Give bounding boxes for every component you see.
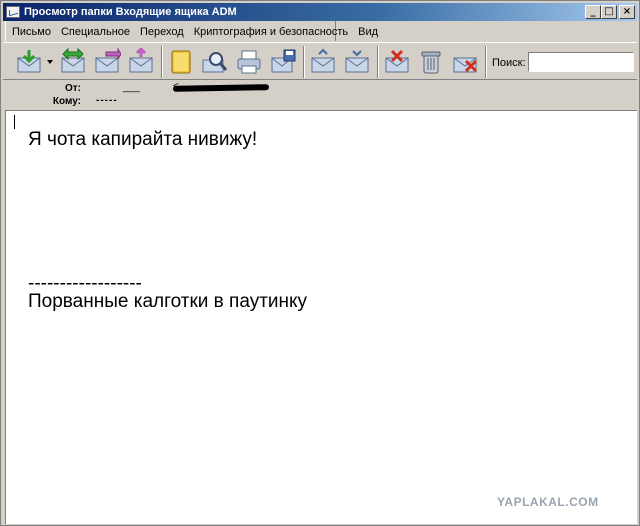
print-icon[interactable] (235, 48, 263, 76)
save-mail-icon[interactable] (269, 48, 297, 76)
minimize-button[interactable]: _ (585, 5, 601, 19)
address-book-icon[interactable] (167, 48, 195, 76)
maximize-button[interactable]: □ (601, 5, 617, 19)
forward-icon[interactable] (127, 48, 155, 76)
menu-bar: Письмо Специальное Переход Криптография … (3, 22, 637, 41)
window-controls: _ □ × (585, 5, 635, 19)
previous-message-icon[interactable] (309, 48, 337, 76)
download-mail-icon[interactable] (15, 48, 43, 76)
chevron-down-icon[interactable] (47, 60, 53, 64)
search-mail-icon[interactable] (201, 48, 229, 76)
toolbar-separator (377, 46, 379, 78)
reply-icon[interactable] (93, 48, 121, 76)
message-header: От: ___ < Кому: ----- (3, 81, 637, 109)
menu-special[interactable]: Специальное (56, 26, 135, 38)
close-button[interactable]: × (619, 5, 635, 19)
search-input[interactable] (528, 52, 634, 72)
toolbar-separator (485, 46, 487, 78)
spam-icon[interactable] (383, 48, 411, 76)
message-body[interactable]: Я чота капирайта нивижу! ---------------… (5, 110, 637, 524)
title-bar[interactable]: Просмотр папки Входящие ящика ADM _ □ × (3, 3, 637, 21)
delete-spam-icon[interactable] (451, 48, 479, 76)
toolbar-separator (161, 46, 163, 78)
to-label: Кому: (52, 96, 81, 107)
window-title: Просмотр папки Входящие ящика ADM (24, 6, 237, 18)
message-line: Я чота капирайта нивижу! (28, 129, 258, 150)
message-signature: Порванные калготки в паутинку (28, 291, 308, 312)
menu-view[interactable]: Вид (353, 26, 383, 38)
watermark: YAPLAKAL.COM (497, 495, 599, 509)
menu-go[interactable]: Переход (135, 26, 189, 38)
receive-all-icon[interactable] (59, 48, 87, 76)
search-label: Поиск: (492, 57, 526, 69)
to-value: ----- (96, 95, 118, 106)
toolbar: Поиск: (3, 42, 637, 80)
menu-crypto[interactable]: Криптография и безопасность (189, 26, 353, 38)
delete-icon[interactable] (417, 48, 445, 76)
toolbar-separator (303, 46, 305, 78)
menu-letter[interactable]: Письмо (3, 26, 56, 38)
next-message-icon[interactable] (343, 48, 371, 76)
folder-view-icon (6, 6, 20, 18)
redaction-mark (172, 84, 270, 92)
from-label: От: (64, 83, 81, 94)
from-value: ___ (123, 82, 140, 93)
app-window: Просмотр папки Входящие ящика ADM _ □ × … (0, 0, 640, 526)
text-cursor (14, 115, 15, 129)
